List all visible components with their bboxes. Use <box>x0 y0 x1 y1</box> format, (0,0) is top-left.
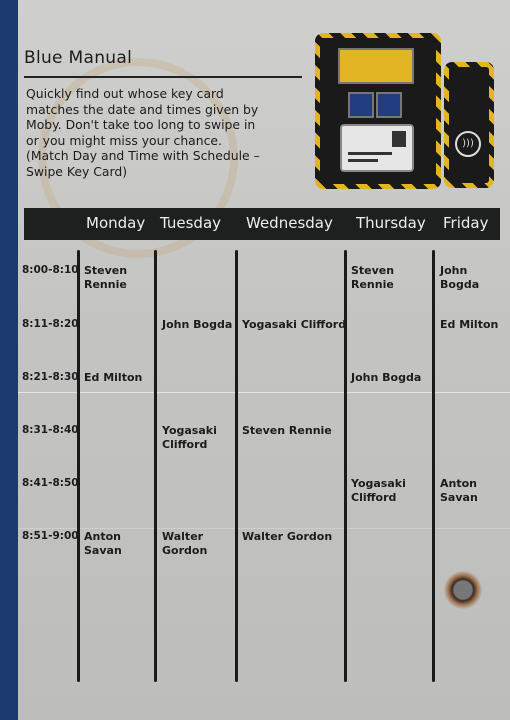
time-slot-6: 8:51-9:00 <box>22 530 79 542</box>
column-divider <box>154 250 157 682</box>
schedule-cell: John Bogda <box>162 318 233 331</box>
machine-screen <box>338 48 414 84</box>
paper-crease <box>18 528 510 529</box>
day-tuesday: Tuesday <box>160 214 222 232</box>
schedule-cell: Yogasaki Clifford <box>351 477 406 504</box>
schedule-cell: Ed Milton <box>440 318 499 331</box>
day-friday: Friday <box>443 214 489 232</box>
schedule-cell: Walter Gordon <box>242 530 333 543</box>
time-slot-3: 8:21-8:30 <box>22 371 79 383</box>
key-card-machine-icon[interactable] <box>315 33 441 189</box>
time-slot-4: 8:31-8:40 <box>22 424 79 436</box>
day-monday: Monday <box>86 214 146 232</box>
machine-button-left[interactable] <box>348 92 374 118</box>
column-divider <box>432 250 435 682</box>
contactless-reader-icon[interactable]: ))) <box>444 62 494 188</box>
day-wednesday: Wednesday <box>246 214 333 232</box>
instruction-line: or you might miss your chance. <box>26 132 222 148</box>
schedule-cell: Yogasaki Clifford <box>162 424 217 451</box>
instructions-text: Quickly find out whose key card matches … <box>26 86 316 179</box>
key-card-icon[interactable] <box>340 124 414 172</box>
schedule-cell: Walter Gordon <box>162 530 208 557</box>
instruction-line: (Match Day and Time with Schedule – <box>26 148 260 163</box>
schedule-cell: Ed Milton <box>84 371 143 384</box>
instruction-line: matches the date and times given by <box>26 101 259 117</box>
schedule-cell: Steven Rennie <box>84 264 128 291</box>
paper-crease <box>18 392 510 393</box>
instruction-line: Quickly find out whose key card <box>26 86 224 101</box>
column-divider <box>344 250 347 682</box>
schedule-cell: Yogasaki Clifford <box>242 318 347 331</box>
instruction-line: Swipe Key Card) <box>26 163 128 179</box>
day-thursday: Thursday <box>356 214 426 232</box>
title-divider <box>24 76 302 78</box>
machine-button-right[interactable] <box>376 92 402 118</box>
schedule-cell: Anton Savan <box>440 477 478 504</box>
instruction-line: Moby. Don't take too long to swipe in <box>26 117 256 132</box>
time-slot-1: 8:00-8:10 <box>22 264 79 276</box>
column-divider <box>235 250 238 682</box>
schedule-cell: Steven Rennie <box>242 424 332 437</box>
schedule-cell: John Bogda <box>351 371 422 384</box>
card-stripe <box>348 159 378 162</box>
schedule-cell: Steven Rennie <box>351 264 395 291</box>
card-stripe <box>348 152 392 155</box>
card-photo-icon <box>392 131 406 147</box>
column-divider <box>77 250 80 682</box>
swipe-signal-icon: ))) <box>455 131 481 157</box>
time-slot-5: 8:41-8:50 <box>22 477 79 489</box>
burn-mark <box>443 570 483 610</box>
blue-spine <box>0 0 18 720</box>
schedule-cell: John Bogda <box>440 264 480 291</box>
schedule-cell: Anton Savan <box>84 530 122 557</box>
manual-title: Blue Manual <box>24 48 133 68</box>
time-slot-2: 8:11-8:20 <box>22 318 79 330</box>
